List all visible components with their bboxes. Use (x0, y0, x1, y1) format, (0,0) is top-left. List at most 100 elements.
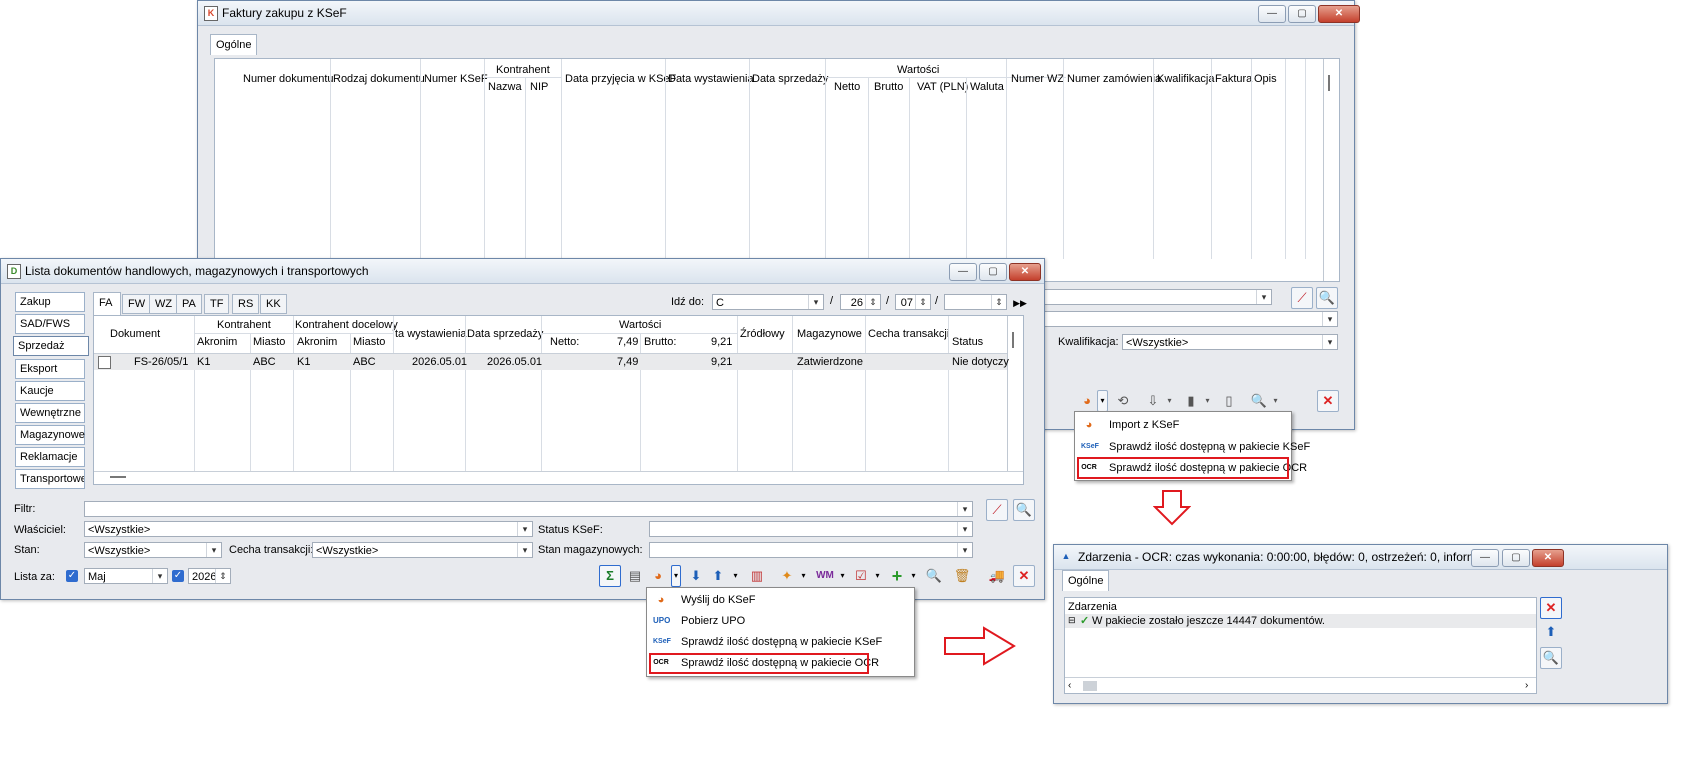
close-icon[interactable]: ✕ (1317, 390, 1339, 412)
dropdown-arrow-icon[interactable]: ▾ (1097, 390, 1108, 412)
export-icon[interactable]: ⬆ (1540, 621, 1562, 643)
sidebar-item-zakup[interactable]: Zakup (15, 292, 85, 312)
col-wartosci[interactable]: Wartości (619, 319, 661, 331)
col-opis[interactable]: Opis (1254, 73, 1277, 85)
col-nip[interactable]: NIP (530, 81, 548, 93)
search-icon[interactable]: 🔍 (923, 565, 945, 587)
sidebar-item-wewnetrzne[interactable]: Wewnętrzne (15, 403, 85, 423)
filtr-combo[interactable]: ▾ (84, 501, 973, 517)
vertical-scrollbar-thumb[interactable] (1328, 75, 1330, 91)
close-button[interactable]: ✕ (1318, 5, 1360, 23)
scroll-right-icon[interactable]: › (1525, 680, 1528, 691)
chevron-down-icon[interactable]: ▾ (837, 565, 848, 587)
tab-rs[interactable]: RS (232, 294, 260, 314)
sidebar-item-reklamacje[interactable]: Reklamacje (15, 447, 85, 467)
ksef-export-icon[interactable]: ⇩ (1142, 390, 1164, 412)
day-spinner[interactable]: 26 ⇕ (840, 294, 881, 310)
table-row[interactable]: FS-26/05/1 K1 ABC K1 ABC 2026.05.01 2026… (94, 354, 1009, 370)
list-item[interactable]: ⊟ ✓ W pakiecie zostało jeszcze 14447 dok… (1065, 614, 1536, 628)
col-brutto[interactable]: Brutto (874, 81, 903, 93)
add-icon[interactable]: + (886, 565, 908, 587)
col-magazynowe[interactable]: Magazynowe (797, 328, 862, 340)
wlasciciel-combo[interactable]: <Wszystkie> ▾ (84, 521, 533, 537)
chevron-down-icon[interactable]: ▾ (798, 565, 809, 587)
ksef-filter-combo[interactable]: ▾ (1040, 289, 1272, 305)
col-wartosci[interactable]: Wartości (897, 64, 939, 76)
wm-icon[interactable]: WM (814, 565, 836, 587)
kwalifikacja-combo[interactable]: <Wszystkie> ▾ (1122, 334, 1338, 350)
col-data-wystawienia[interactable]: Data wystawienia (668, 73, 754, 85)
collapse-icon[interactable]: ⊟ (1068, 615, 1076, 626)
minimize-button[interactable]: — (949, 263, 977, 281)
col-data-sprzedazy[interactable]: Data sprzedaży (467, 328, 543, 340)
sidebar-item-magazynowe[interactable]: Magazynowe (15, 425, 85, 445)
minimize-button[interactable]: — (1471, 549, 1499, 567)
ksef-doc-icon[interactable]: ▮ (1180, 390, 1202, 412)
maximize-button[interactable]: ▢ (1502, 549, 1530, 567)
tab-pa[interactable]: PA (176, 294, 202, 314)
col-zrodlowy[interactable]: Źródłowy (740, 328, 785, 340)
print-icon[interactable]: ▤ (624, 565, 646, 587)
menu-item-pobierz-upo[interactable]: UPO Pobierz UPO (647, 611, 914, 632)
menu-item-sprawdz-ksef[interactable]: KSeF Sprawdź ilość dostępną w pakiecie K… (1075, 437, 1310, 458)
sidebar-item-kaucje[interactable]: Kaucje (15, 381, 85, 401)
close-button[interactable]: ✕ (1009, 263, 1041, 281)
dropdown-arrow-icon[interactable]: ▾ (671, 565, 681, 587)
sidebar-item-sprzedaz[interactable]: Sprzedaż (13, 336, 89, 356)
horizontal-scrollbar-thumb[interactable] (1083, 681, 1097, 691)
close-icon[interactable]: ✕ (1013, 565, 1035, 587)
maximize-button[interactable]: ▢ (1288, 5, 1316, 23)
col-numer-wz[interactable]: Numer WZ (1011, 73, 1064, 85)
sidebar-item-transportowe[interactable]: Transportowe (15, 469, 85, 489)
col-akronim[interactable]: Akronim (197, 336, 237, 348)
tab-ogolne[interactable]: Ogólne (1062, 570, 1110, 591)
tab-tf[interactable]: TF (204, 294, 230, 314)
import-icon[interactable]: ⬇ (685, 565, 707, 587)
filter-settings-button[interactable]: 🔍 (1316, 287, 1338, 309)
col-numer-zamowienia[interactable]: Numer zamówienia (1067, 73, 1161, 85)
col-dokument[interactable]: Dokument (110, 328, 160, 340)
clear-filter-button[interactable]: ⟋ (1291, 287, 1313, 309)
col-rodzaj-dokumentu[interactable]: Rodzaj dokumentu (333, 73, 425, 85)
ksef-import-icon[interactable]: ◕ (1076, 390, 1098, 412)
menu-item-import-ksef[interactable]: ◕ Import z KSeF (1075, 415, 1291, 436)
minimize-button[interactable]: — (1258, 5, 1286, 23)
tab-fw[interactable]: FW (122, 294, 152, 314)
close-icon[interactable]: ✕ (1540, 597, 1562, 619)
horizontal-scrollbar-thumb[interactable] (110, 476, 126, 478)
tab-ogolne[interactable]: Ogólne (210, 34, 258, 55)
col-faktura[interactable]: Faktura (1215, 73, 1252, 85)
status-ksef-combo[interactable]: ▾ (649, 521, 973, 537)
stan-magazynowych-combo[interactable]: ▾ (649, 542, 973, 558)
row-checkbox[interactable] (98, 356, 111, 369)
menu-item-sprawdz-ksef[interactable]: KSeF Sprawdź ilość dostępną w pakiecie K… (647, 632, 914, 653)
col-akronim-docelowy[interactable]: Akronim (297, 336, 337, 348)
tab-fa[interactable]: FA (93, 292, 121, 315)
transport-icon[interactable]: 🚚 (986, 565, 1008, 587)
tab-kk[interactable]: KK (260, 294, 287, 314)
col-kontrahent[interactable]: Kontrahent (217, 319, 271, 331)
lista-za-year-checkbox[interactable]: ✓ (172, 570, 184, 582)
chevron-down-icon[interactable]: ▾ (1164, 390, 1175, 412)
menu-item-wyslij-ksef[interactable]: ◕ Wyślij do KSeF (647, 590, 914, 611)
sidebar-item-eksport[interactable]: Eksport (15, 359, 85, 379)
col-kontrahent-docelowy[interactable]: Kontrahent docelowy (295, 319, 398, 331)
year-combo[interactable]: 2026 ⇕ (188, 568, 231, 584)
col-miasto[interactable]: Miasto (253, 336, 285, 348)
search-icon[interactable]: 🔍 (1248, 390, 1270, 412)
year-spinner[interactable]: ⇕ (944, 294, 1007, 310)
stan-combo[interactable]: <Wszystkie> ▾ (84, 542, 222, 558)
col-kwalifikacja[interactable]: Kwalifikacja (1157, 73, 1214, 85)
ksef-second-combo[interactable]: ▾ (1040, 311, 1338, 327)
chevron-down-icon[interactable]: ▾ (1202, 390, 1213, 412)
chevron-down-icon[interactable]: ▾ (730, 565, 741, 587)
chevron-down-icon[interactable]: ▾ (1270, 390, 1281, 412)
col-vat-pln[interactable]: VAT (PLN) (917, 81, 968, 93)
col-data-sprzedazy[interactable]: Data sprzedaży (752, 73, 828, 85)
month-spinner[interactable]: 07 ⇕ (895, 294, 931, 310)
sidebar-item-sad[interactable]: SAD/FWS (15, 314, 85, 334)
col-data-przyjecia[interactable]: Data przyjęcia w KSeF (565, 73, 676, 85)
ksef-link-icon[interactable]: ▯ (1218, 390, 1240, 412)
columns-icon[interactable]: ▥ (746, 565, 768, 587)
go-forward-icon[interactable]: ▶▶ (1009, 292, 1031, 314)
